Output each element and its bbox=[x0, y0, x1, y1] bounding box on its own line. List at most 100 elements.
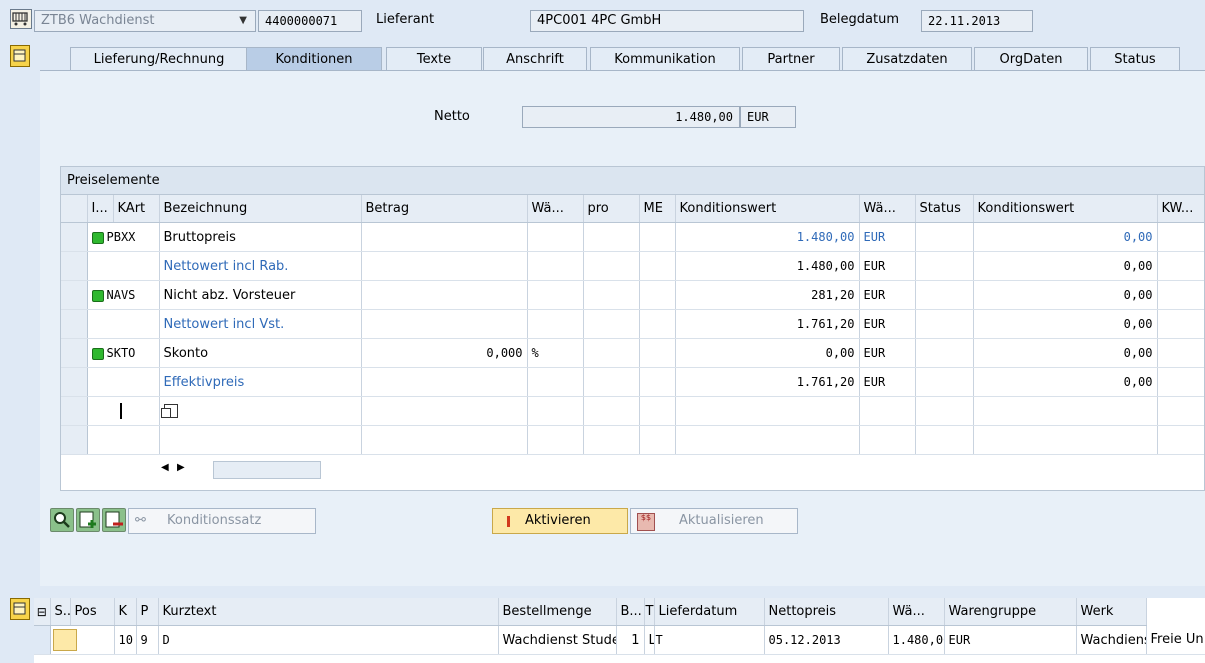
kw-cell[interactable] bbox=[1157, 222, 1204, 252]
tab-status[interactable]: Status bbox=[1090, 47, 1180, 71]
waehrung2-cell[interactable]: EUR bbox=[859, 367, 916, 397]
col-header[interactable]: Status bbox=[915, 195, 974, 223]
nettopreis-cell[interactable]: 1.480,00 bbox=[888, 625, 945, 655]
waehrung-cell[interactable] bbox=[527, 367, 584, 397]
betrag-cell[interactable] bbox=[361, 425, 528, 455]
betrag-cell[interactable] bbox=[361, 280, 528, 310]
waehrung2-cell[interactable]: EUR bbox=[859, 338, 916, 368]
col-header[interactable]: ME bbox=[639, 195, 676, 223]
me-cell[interactable] bbox=[639, 396, 676, 426]
col-header[interactable]: Wä... bbox=[527, 195, 584, 223]
chevron-down-icon[interactable]: ▼ bbox=[239, 11, 247, 31]
col-header[interactable]: pro bbox=[583, 195, 640, 223]
kwert-cell[interactable]: 1.761,20 bbox=[675, 309, 860, 339]
col-header[interactable]: Konditionswert bbox=[973, 195, 1158, 223]
p-cell[interactable]: D bbox=[158, 625, 499, 655]
kwert-cell[interactable]: 1.480,00 bbox=[675, 251, 860, 281]
kart-input-cell[interactable] bbox=[87, 425, 160, 455]
items-expand-icon[interactable] bbox=[10, 598, 30, 620]
pro-cell[interactable] bbox=[583, 222, 640, 252]
betrag-cell[interactable] bbox=[361, 367, 528, 397]
waehrung-cell[interactable]: % bbox=[527, 338, 584, 368]
waehrung-cell[interactable]: EUR bbox=[944, 625, 1077, 655]
col-header[interactable]: Nettopreis bbox=[764, 598, 889, 626]
row-selector[interactable] bbox=[61, 222, 88, 252]
status-cell[interactable] bbox=[915, 367, 974, 397]
scroll-thumb[interactable] bbox=[213, 461, 321, 479]
me-cell[interactable] bbox=[639, 280, 676, 310]
status-cell[interactable] bbox=[915, 338, 974, 368]
col-header[interactable]: Lieferdatum bbox=[654, 598, 765, 626]
k-cell[interactable]: 9 bbox=[136, 625, 159, 655]
kwert-cell[interactable] bbox=[675, 396, 860, 426]
kwert2-cell[interactable]: 0,00 bbox=[973, 222, 1158, 252]
col-header[interactable]: KArt bbox=[113, 195, 160, 223]
add-row-icon[interactable] bbox=[76, 508, 100, 532]
col-header[interactable]: I... bbox=[87, 195, 114, 223]
betrag-cell[interactable] bbox=[361, 251, 528, 281]
kart-input-cell[interactable] bbox=[87, 396, 160, 426]
status-cell[interactable] bbox=[915, 425, 974, 455]
werk-cell[interactable]: Freie Un bbox=[1146, 625, 1205, 655]
waehrung-cell[interactable] bbox=[527, 396, 584, 426]
doc-type-select[interactable]: ZTB6 Wachdienst ▼ bbox=[34, 10, 256, 32]
kart-cell[interactable]: PBXX bbox=[87, 222, 160, 252]
kwert2-cell[interactable] bbox=[973, 425, 1158, 455]
status-cell[interactable] bbox=[915, 251, 974, 281]
col-header[interactable]: Bestellmenge bbox=[498, 598, 617, 626]
pro-cell[interactable] bbox=[583, 280, 640, 310]
row-selector[interactable] bbox=[61, 280, 88, 310]
kwert2-cell[interactable]: 0,00 bbox=[973, 367, 1158, 397]
kurztext-cell[interactable]: Wachdienst Studentenparty bbox=[498, 625, 617, 655]
waehrung2-cell[interactable] bbox=[859, 396, 916, 426]
waehrung-cell[interactable] bbox=[527, 309, 584, 339]
tab-lieferung[interactable]: Lieferung/Rechnung bbox=[70, 47, 248, 71]
menge-cell[interactable]: 1 bbox=[616, 625, 645, 655]
kart-cell[interactable] bbox=[87, 251, 160, 281]
pos-cell[interactable]: 10 bbox=[114, 625, 137, 655]
doc-number-field[interactable]: 4400000071 bbox=[258, 10, 362, 32]
bezeichnung-cell[interactable]: Nettowert incl Vst. bbox=[159, 309, 362, 339]
einheit-cell[interactable]: LE bbox=[644, 625, 655, 655]
bezeichnung-cell[interactable]: Nettowert incl Rab. bbox=[159, 251, 362, 281]
pro-cell[interactable] bbox=[583, 309, 640, 339]
warengruppe-cell[interactable]: Wachdienst bbox=[1076, 625, 1147, 655]
pro-cell[interactable] bbox=[583, 367, 640, 397]
kwert2-cell[interactable] bbox=[973, 396, 1158, 426]
col-header[interactable]: Bezeichnung bbox=[159, 195, 362, 223]
col-header[interactable]: KW... bbox=[1157, 195, 1204, 223]
me-cell[interactable] bbox=[639, 222, 676, 252]
status-cell[interactable] bbox=[915, 396, 974, 426]
waehrung-cell[interactable] bbox=[527, 251, 584, 281]
status-cell[interactable] bbox=[915, 280, 974, 310]
col-header[interactable]: Konditionswert bbox=[675, 195, 860, 223]
row-selector[interactable] bbox=[61, 396, 88, 426]
status-cell[interactable] bbox=[50, 625, 115, 655]
betrag-cell[interactable] bbox=[361, 396, 528, 426]
bezeichnung-cell[interactable]: Nicht abz. Vorsteuer bbox=[159, 280, 362, 310]
col-header[interactable]: T bbox=[644, 598, 655, 626]
waehrung2-cell[interactable]: EUR bbox=[859, 280, 916, 310]
kwert2-cell[interactable]: 0,00 bbox=[973, 251, 1158, 281]
col-header[interactable]: Pos bbox=[70, 598, 115, 626]
col-header[interactable]: K bbox=[114, 598, 137, 626]
row-selector[interactable] bbox=[61, 425, 88, 455]
row-selector[interactable] bbox=[61, 309, 88, 339]
value-help-icon[interactable] bbox=[160, 404, 178, 418]
col-header[interactable]: Warengruppe bbox=[944, 598, 1077, 626]
supplier-field[interactable]: 4PC001 4PC GmbH bbox=[530, 10, 804, 32]
kart-cell[interactable] bbox=[87, 367, 160, 397]
bezeichnung-input-cell[interactable] bbox=[159, 396, 362, 426]
kwert2-cell[interactable]: 0,00 bbox=[973, 338, 1158, 368]
waehrung2-cell[interactable]: EUR bbox=[859, 309, 916, 339]
tab-konditionen[interactable]: Konditionen bbox=[246, 47, 382, 71]
kart-cell[interactable] bbox=[87, 309, 160, 339]
tab-anschrift[interactable]: Anschrift bbox=[483, 47, 587, 71]
betrag-cell[interactable] bbox=[361, 309, 528, 339]
kw-cell[interactable] bbox=[1157, 280, 1204, 310]
konditionssatz-button[interactable]: ⚯ Konditionssatz bbox=[128, 508, 316, 534]
col-header[interactable]: Werk bbox=[1076, 598, 1147, 626]
kw-cell[interactable] bbox=[1157, 338, 1204, 368]
kw-cell[interactable] bbox=[1157, 367, 1204, 397]
lieferdatum-cell[interactable]: 05.12.2013 bbox=[764, 625, 889, 655]
